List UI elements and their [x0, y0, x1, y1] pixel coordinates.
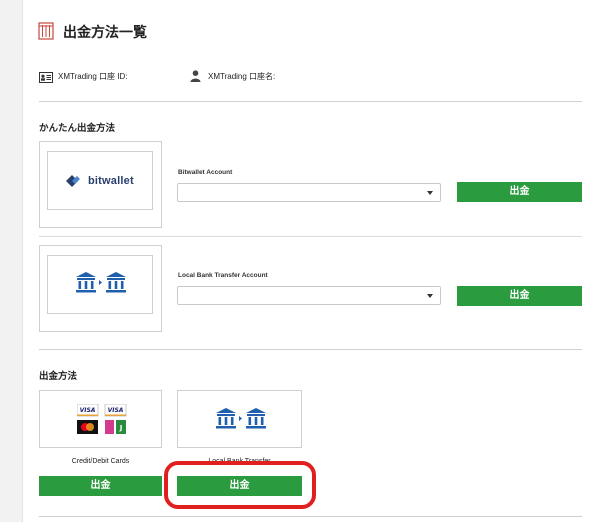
local-bank-logo-frame	[47, 255, 153, 314]
credit-card-method-card[interactable]: VISA VISA J	[39, 390, 162, 448]
bitwallet-account-label: Bitwallet Account	[178, 169, 233, 176]
local-bank-account-label: Local Bank Transfer Account	[178, 272, 268, 279]
credit-card-withdraw-button[interactable]: 出金	[39, 476, 162, 496]
bitwallet-logo-text: bitwallet	[88, 175, 134, 187]
account-id-label: XMTrading 口座 ID:	[58, 72, 128, 81]
divider	[39, 101, 582, 102]
quick-methods-title: かんたん出金方法	[39, 123, 116, 134]
svg-text:VISA: VISA	[108, 407, 124, 414]
chevron-down-icon	[427, 294, 433, 298]
bank-transfer-icon	[75, 271, 127, 298]
local-bank-method-card[interactable]	[177, 390, 302, 448]
bitwallet-logo-icon	[65, 174, 81, 188]
divider	[39, 236, 582, 237]
divider	[39, 516, 582, 517]
methods-title: 出金方法	[39, 371, 78, 382]
id-card-icon	[39, 70, 53, 88]
card-brands-icon: VISA VISA J	[76, 403, 127, 441]
account-name-label: XMTrading 口座名:	[208, 72, 276, 81]
svg-text:J: J	[119, 424, 123, 432]
user-icon	[190, 69, 201, 87]
highlight-circle	[164, 461, 316, 509]
divider	[39, 349, 582, 350]
bitwallet-account-select[interactable]	[177, 183, 441, 202]
local-bank-withdraw-button[interactable]: 出金	[457, 286, 582, 306]
document-list-icon	[38, 22, 54, 40]
bank-transfer-icon	[215, 407, 267, 434]
local-bank-account-select[interactable]	[177, 286, 441, 305]
svg-text:VISA: VISA	[80, 407, 96, 414]
bitwallet-logo-frame: bitwallet	[47, 151, 153, 210]
bitwallet-withdraw-button[interactable]: 出金	[457, 182, 582, 202]
page-title: 出金方法一覧	[63, 24, 147, 40]
chevron-down-icon	[427, 191, 433, 195]
credit-card-caption: Credit/Debit Cards	[71, 458, 130, 465]
